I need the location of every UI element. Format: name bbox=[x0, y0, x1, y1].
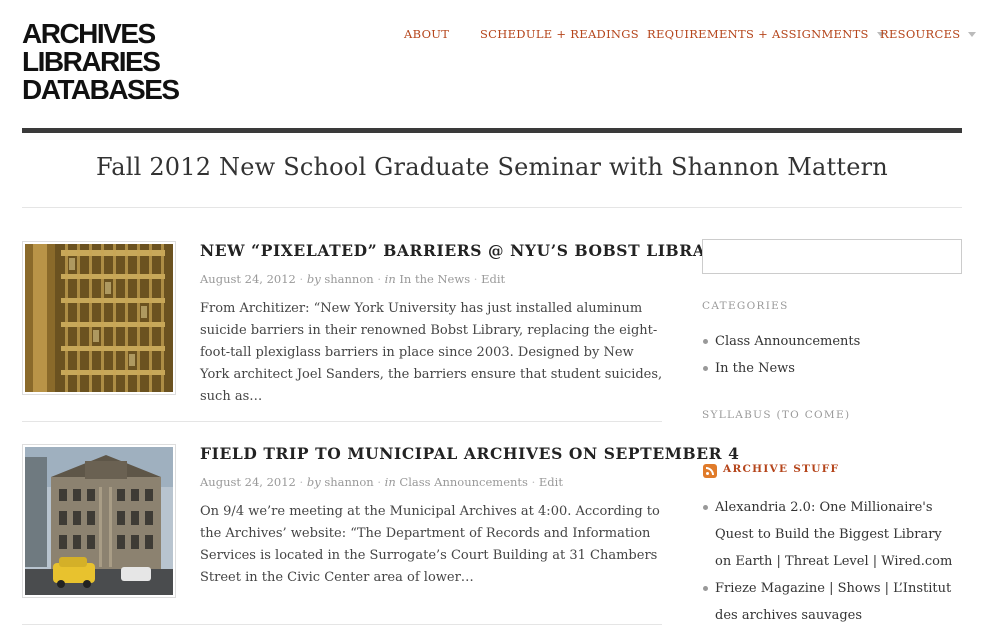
post-title-link[interactable]: NEW “PIXELATED” BARRIERS @ NYU’S BOBST L… bbox=[200, 241, 729, 260]
categories-list: Class Announcements In the News bbox=[702, 328, 962, 382]
tagline-divider bbox=[22, 207, 962, 208]
post-excerpt: From Architizer: “New York University ha… bbox=[200, 301, 663, 404]
header-divider bbox=[22, 128, 962, 133]
nav-item-requirements-assignments[interactable]: REQUIREMENTS + ASSIGNMENTS bbox=[647, 27, 885, 41]
post-edit-link[interactable]: Edit bbox=[481, 272, 505, 286]
post-divider bbox=[22, 421, 662, 422]
nav-item-label: ABOUT bbox=[404, 27, 450, 41]
nav-item-schedule-readings[interactable]: SCHEDULE + READINGS bbox=[480, 27, 639, 41]
archive-stuff-list: Alexandria 2.0: One Millionaire's Quest … bbox=[702, 494, 962, 629]
library-barrier-photo-icon bbox=[25, 244, 173, 392]
nav-item-label: RESOURCES bbox=[880, 27, 961, 41]
nav-item-resources[interactable]: RESOURCES bbox=[880, 27, 977, 41]
post-in-label: in bbox=[384, 272, 396, 286]
post-thumbnail[interactable] bbox=[22, 444, 176, 598]
post-item: FIELD TRIP TO MUNICIPAL ARCHIVES ON SEPT… bbox=[22, 444, 739, 633]
archive-link[interactable]: Alexandria 2.0: One Millionaire's Quest … bbox=[715, 500, 952, 569]
post-excerpt: On 9/4 we’re meeting at the Municipal Ar… bbox=[200, 504, 660, 585]
archive-stuff-widget-title[interactable]: ARCHIVE STUFF bbox=[723, 463, 839, 475]
main-nav: ABOUT SCHEDULE + READINGS REQUIREMENTS +… bbox=[0, 27, 982, 47]
site-tagline: Fall 2012 New School Graduate Seminar wi… bbox=[96, 153, 888, 181]
surrogates-court-building-photo-icon bbox=[25, 447, 173, 595]
dropdown-caret-icon bbox=[968, 31, 977, 37]
post-category-link[interactable]: In the News bbox=[399, 272, 470, 286]
post-meta: August 24, 2012 · by shannon · in Class … bbox=[200, 475, 563, 489]
post-edit-link[interactable]: Edit bbox=[539, 475, 563, 489]
archive-item[interactable]: Alexandria 2.0: One Millionaire's Quest … bbox=[702, 494, 962, 575]
category-item[interactable]: In the News bbox=[702, 355, 962, 382]
post-item: NEW “PIXELATED” BARRIERS @ NYU’S BOBST L… bbox=[22, 241, 729, 426]
post-author-link[interactable]: shannon bbox=[324, 475, 373, 489]
logo-line-2: LIBRARIES bbox=[22, 46, 161, 77]
post-date[interactable]: August 24, 2012 bbox=[200, 475, 296, 489]
post-meta: August 24, 2012 · by shannon · in In the… bbox=[200, 272, 506, 286]
post-by-label: by bbox=[306, 475, 321, 489]
post-category-link[interactable]: Class Announcements bbox=[399, 475, 528, 489]
nav-item-label: REQUIREMENTS + ASSIGNMENTS bbox=[647, 27, 869, 41]
post-title-link[interactable]: FIELD TRIP TO MUNICIPAL ARCHIVES ON SEPT… bbox=[200, 444, 739, 463]
search-input[interactable] bbox=[702, 239, 962, 274]
post-date[interactable]: August 24, 2012 bbox=[200, 272, 296, 286]
post-by-label: by bbox=[306, 272, 321, 286]
category-link[interactable]: Class Announcements bbox=[715, 334, 860, 349]
archive-item[interactable]: Frieze Magazine | Shows | L’Institut des… bbox=[702, 575, 962, 629]
post-in-label: in bbox=[384, 475, 396, 489]
post-author-link[interactable]: shannon bbox=[324, 272, 373, 286]
nav-item-about[interactable]: ABOUT bbox=[404, 27, 449, 41]
nav-item-label: SCHEDULE + READINGS bbox=[480, 27, 639, 41]
archive-link[interactable]: Frieze Magazine | Shows | L’Institut des… bbox=[715, 581, 951, 623]
post-divider bbox=[22, 624, 662, 625]
syllabus-widget-title: SYLLABUS (TO COME) bbox=[702, 409, 851, 421]
rss-feed-icon[interactable] bbox=[703, 464, 717, 478]
logo-line-3: DATABASES bbox=[22, 74, 180, 105]
post-thumbnail[interactable] bbox=[22, 241, 176, 395]
category-link[interactable]: In the News bbox=[715, 361, 795, 376]
category-item[interactable]: Class Announcements bbox=[702, 328, 962, 355]
categories-widget-title: CATEGORIES bbox=[702, 300, 789, 312]
